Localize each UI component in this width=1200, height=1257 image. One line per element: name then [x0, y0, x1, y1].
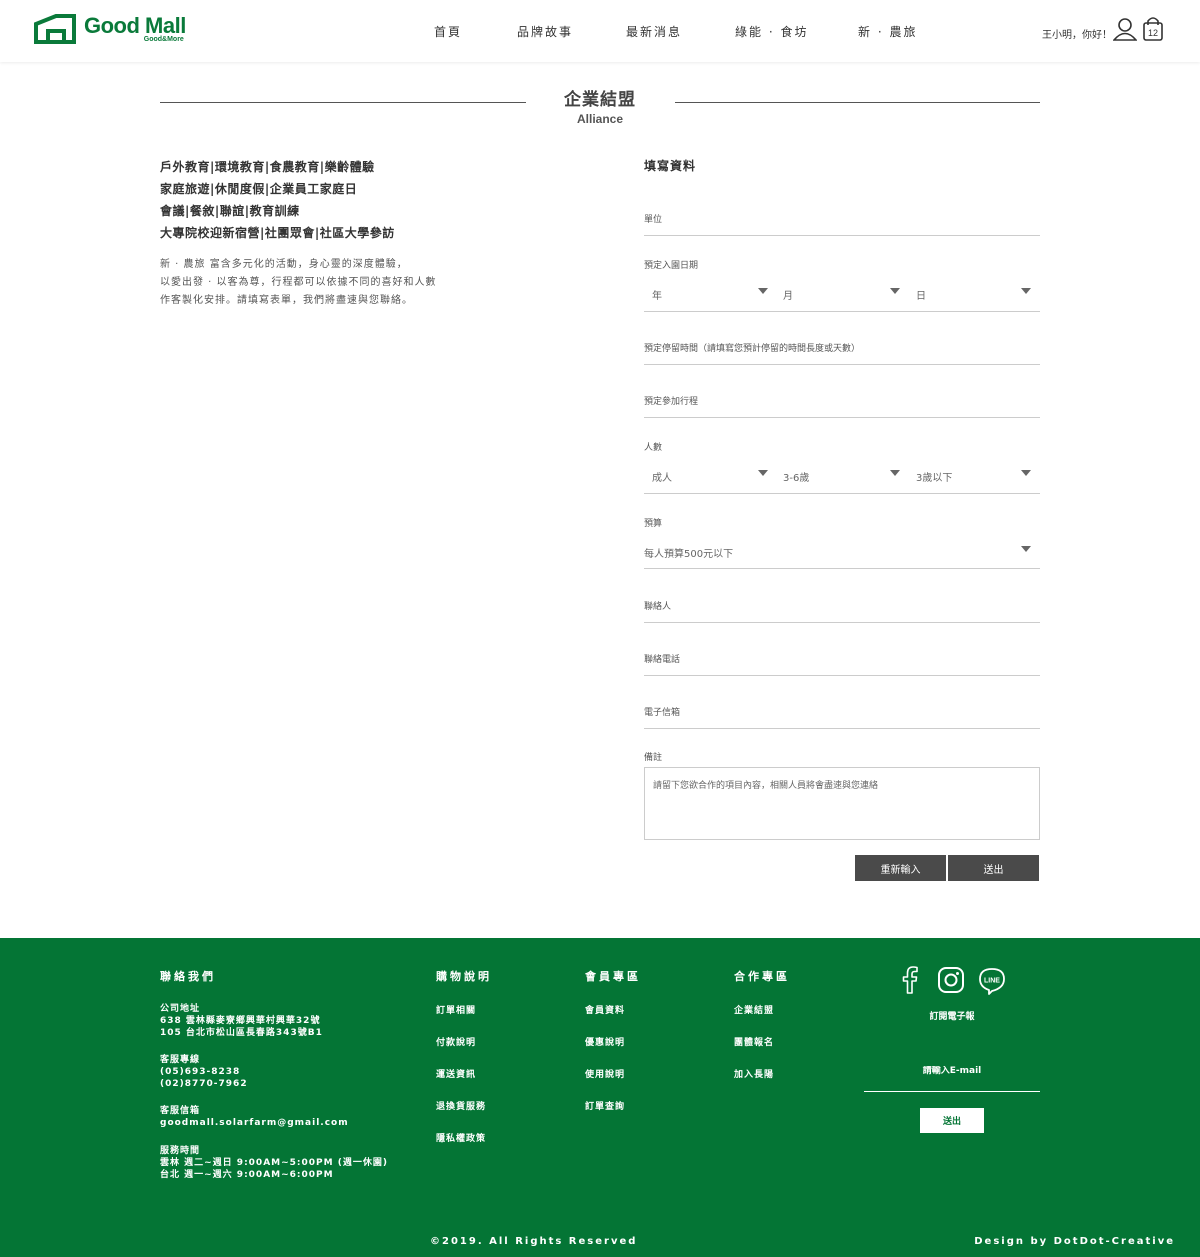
hours-title: 服務時間 [160, 1146, 201, 1156]
day-select[interactable]: 日 [916, 287, 926, 302]
month-select[interactable]: 月 [783, 287, 793, 302]
footer-link[interactable]: 優惠說明 [585, 1035, 625, 1048]
hours-line: 台北 週一~週六 9:00AM~6:00PM [160, 1170, 334, 1180]
design-credit[interactable]: Design by DotDot-Creative [974, 1236, 1175, 1247]
reset-button[interactable]: 重新輸入 [855, 855, 946, 881]
itinerary-field-underline [644, 417, 1040, 418]
main-nav: 首頁 品牌故事 最新消息 綠能 · 食坊 新 · 農旅 [0, 23, 1200, 39]
intro-text: 新 · 農旅 富含多元化的活動，身心靈的深度體驗， 以愛出發 · 以客為尊，行程… [160, 256, 460, 310]
note-textarea[interactable] [644, 767, 1040, 840]
footer-link[interactable]: 退換貨服務 [436, 1099, 486, 1112]
adult-select[interactable]: 成人 [652, 469, 672, 484]
page-title: 企業結盟 [564, 90, 636, 110]
footer-link[interactable]: 企業結盟 [734, 1003, 774, 1016]
facebook-icon[interactable] [901, 966, 919, 994]
date-label: 預定入園日期 [644, 261, 699, 271]
date-field-underline [644, 311, 1040, 312]
line-icon[interactable]: LINE [977, 966, 1007, 996]
activity-heading: 戶外教育|環境教育|食農教育|樂齡體驗 [160, 160, 375, 174]
activity-headings: 戶外教育|環境教育|食農教育|樂齡體驗 家庭旅遊|休閒度假|企業員工家庭日 會議… [160, 156, 395, 244]
newsletter-title: 訂閱電子報 [929, 1012, 975, 1022]
site-header: Good Mall Good&More 首頁 品牌故事 最新消息 綠能 · 食坊… [0, 0, 1200, 62]
footer-member-title: 會員專區 [585, 970, 641, 983]
footer-link[interactable]: 運送資訊 [436, 1067, 476, 1080]
footer-link[interactable]: 付款說明 [436, 1035, 476, 1048]
contact-person-field[interactable]: 聯絡人 [644, 599, 671, 612]
year-select[interactable]: 年 [652, 287, 662, 302]
svg-text:LINE: LINE [984, 978, 1000, 985]
nav-farm-travel[interactable]: 新 · 農旅 [858, 23, 917, 40]
footer-link[interactable]: 會員資料 [585, 1003, 625, 1016]
phone-field-underline [644, 675, 1040, 676]
people-field-underline [644, 493, 1040, 494]
newsletter-email-input[interactable] [864, 1066, 1040, 1076]
itinerary-field[interactable]: 預定參加行程 [644, 394, 698, 407]
footer-link[interactable]: 訂單查詢 [585, 1099, 625, 1112]
mail-title: 客服信箱 [160, 1106, 201, 1116]
activity-heading: 大專院校迎新宿營|社團眾會|社區大學參訪 [160, 226, 395, 240]
activity-heading: 會議|餐敘|聯誼|教育訓練 [160, 204, 300, 218]
site-footer: 聯絡我們 公司地址 638 雲林縣麥寮鄉興華村興華32號 105 台北市松山區長… [0, 938, 1200, 1257]
chevron-down-icon[interactable] [890, 470, 900, 476]
chevron-down-icon[interactable] [1021, 470, 1031, 476]
chevron-down-icon[interactable] [758, 288, 768, 294]
email-field-underline [644, 728, 1040, 729]
footer-contact-title: 聯絡我們 [160, 970, 216, 983]
footer-link[interactable]: 訂單相關 [436, 1003, 476, 1016]
chevron-down-icon[interactable] [758, 470, 768, 476]
phone-number: (05)693-8238 [160, 1067, 241, 1077]
email-field[interactable]: 電子信箱 [644, 705, 680, 718]
user-icon[interactable] [1113, 17, 1137, 41]
address-line: 638 雲林縣麥寮鄉興華村興華32號 [160, 1016, 321, 1026]
submit-button[interactable]: 送出 [948, 855, 1039, 881]
people-label: 人數 [644, 443, 663, 453]
stay-field-underline [644, 364, 1040, 365]
nav-home[interactable]: 首頁 [434, 23, 462, 40]
budget-select[interactable]: 每人預算500元以下 [644, 545, 733, 560]
address-line: 105 台北市松山區長春路343號B1 [160, 1028, 323, 1038]
footer-link[interactable]: 使用說明 [585, 1067, 625, 1080]
hours-line: 雲林 週二~週日 9:00AM~5:00PM (週一休園) [160, 1158, 388, 1168]
unit-field[interactable]: 單位 [644, 212, 662, 225]
cart-count-badge: 12 [1147, 28, 1158, 38]
unit-field-underline [644, 235, 1040, 236]
instagram-icon[interactable] [937, 966, 965, 994]
newsletter-email-underline [864, 1091, 1040, 1092]
newsletter-send-button[interactable]: 送出 [920, 1108, 984, 1133]
copyright: ©2019. All Rights Reserved [430, 1236, 638, 1247]
hotline-title: 客服專線 [160, 1055, 201, 1065]
chevron-down-icon[interactable] [1021, 546, 1031, 552]
chevron-down-icon[interactable] [890, 288, 900, 294]
mail-address[interactable]: goodmall.solarfarm@gmail.com [160, 1117, 349, 1130]
nav-news[interactable]: 最新消息 [626, 23, 682, 40]
intro-line: 新 · 農旅 富含多元化的活動，身心靈的深度體驗， [160, 259, 408, 270]
stay-duration-field[interactable]: 預定停留時間（請填寫您預計停留的時間長度或天數） [644, 341, 860, 354]
contact-field-underline [644, 622, 1040, 623]
user-greeting: 王小明，你好！ [1042, 30, 1112, 41]
footer-link[interactable]: 加入長陽 [734, 1067, 774, 1080]
address-title: 公司地址 [160, 1004, 201, 1014]
intro-line: 以愛出發 · 以客為尊，行程都可以依據不同的喜好和人數 [160, 277, 437, 288]
footer-partner-title: 合作專區 [734, 970, 790, 983]
infant-select[interactable]: 3歲以下 [916, 469, 952, 484]
form-title: 填寫資料 [644, 159, 697, 173]
page-subtitle: Alliance [576, 112, 624, 126]
note-label: 備註 [644, 753, 663, 763]
nav-brand-story[interactable]: 品牌故事 [517, 23, 573, 40]
activity-heading: 家庭旅遊|休閒度假|企業員工家庭日 [160, 182, 358, 196]
budget-label: 預算 [644, 519, 663, 529]
footer-shopping-title: 購物說明 [436, 970, 492, 983]
chevron-down-icon[interactable] [1021, 288, 1031, 294]
phone-field[interactable]: 聯絡電話 [644, 652, 680, 665]
footer-link[interactable]: 隱私權政策 [436, 1131, 486, 1144]
footer-link[interactable]: 團體報名 [734, 1035, 774, 1048]
phone-number: (02)8770-7962 [160, 1079, 248, 1089]
nav-green-kitchen[interactable]: 綠能 · 食坊 [735, 23, 808, 40]
intro-line: 作客製化安排。請填寫表單，我們將盡速與您聯絡。 [160, 295, 413, 306]
budget-field-underline [644, 568, 1040, 569]
child-select[interactable]: 3-6歲 [783, 469, 809, 484]
